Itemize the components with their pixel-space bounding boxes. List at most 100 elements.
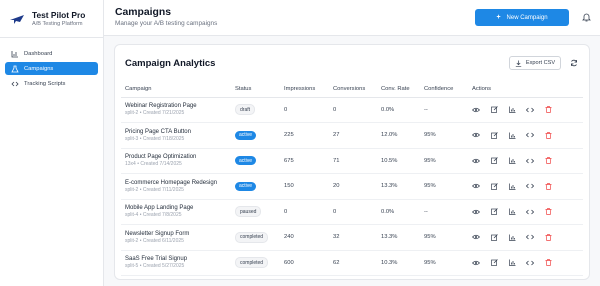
delete-icon[interactable]	[544, 208, 552, 216]
code-icon[interactable]	[526, 157, 534, 165]
campaign-meta: 13x4 • Created 7/14/2025	[125, 161, 182, 168]
view-icon[interactable]	[472, 233, 480, 241]
download-icon	[515, 60, 522, 67]
edit-icon[interactable]	[490, 131, 498, 139]
conv-rate-cell: 0.0%	[377, 199, 420, 225]
analytics-icon[interactable]	[508, 182, 516, 190]
campaign-name[interactable]: E-commerce Homepage Redesign	[125, 179, 231, 187]
code-icon[interactable]	[526, 208, 534, 216]
delete-icon[interactable]	[544, 131, 552, 139]
code-icon[interactable]	[526, 259, 534, 267]
analytics-icon[interactable]	[508, 233, 516, 241]
column-header-status: Status	[231, 82, 280, 98]
delete-icon[interactable]	[544, 233, 552, 241]
conversions-cell: 62	[329, 250, 377, 276]
view-icon[interactable]	[472, 259, 480, 267]
refresh-button[interactable]	[568, 57, 580, 69]
conv-rate-cell: 10.5%	[377, 148, 420, 174]
campaign-meta: split-2 • Created 6/11/2025	[125, 237, 184, 244]
status-cell: completed	[231, 250, 280, 276]
table-row: E-commerce Homepage Redesign split-2 • C…	[121, 173, 583, 200]
view-icon[interactable]	[472, 157, 480, 165]
conv-rate-cell: 13.3%	[377, 224, 420, 251]
table-row: Mobile App Landing Page split-4 • Create…	[121, 199, 583, 225]
edit-icon[interactable]	[490, 182, 498, 190]
code-icon[interactable]	[526, 182, 534, 190]
campaign-name[interactable]: Product Page Optimization	[125, 153, 231, 161]
confidence-cell: --	[420, 199, 468, 225]
status-badge: active	[235, 156, 257, 166]
actions-cell	[468, 250, 583, 276]
status-cell: completed	[231, 224, 280, 251]
column-header-conversions: Conversions	[329, 82, 377, 98]
confidence-cell: 95%	[420, 148, 468, 174]
campaigns-table: Campaign Status Impressions Conversions …	[121, 82, 583, 276]
campaign-name[interactable]: SaaS Free Trial Signup	[125, 255, 231, 263]
view-icon[interactable]	[472, 106, 480, 114]
campaign-name[interactable]: Mobile App Landing Page	[125, 204, 231, 212]
edit-icon[interactable]	[490, 157, 498, 165]
impressions-cell: 150	[280, 173, 329, 200]
campaign-meta: split-3 • Created 7/18/2025	[125, 135, 185, 142]
campaign-name[interactable]: Webinar Registration Page	[125, 102, 231, 110]
campaign-meta: split-2 • Created 7/21/2025	[125, 110, 185, 117]
delete-icon[interactable]	[544, 259, 552, 267]
code-icon[interactable]	[526, 106, 534, 114]
code-icon[interactable]	[526, 233, 534, 241]
delete-icon[interactable]	[544, 106, 552, 114]
campaign-name[interactable]: Newsletter Signup Form	[125, 230, 231, 238]
airplane-logo-icon	[10, 14, 24, 24]
brand-subtitle: A/B Testing Platform	[32, 20, 83, 27]
view-icon[interactable]	[472, 131, 480, 139]
table-row: SaaS Free Trial Signup split-5 • Created…	[121, 250, 583, 276]
view-icon[interactable]	[472, 182, 480, 190]
status-cell: paused	[231, 199, 280, 225]
analytics-icon[interactable]	[508, 131, 516, 139]
brand-title: Test Pilot Pro	[32, 9, 86, 20]
campaign-name[interactable]: Pricing Page CTA Button	[125, 128, 231, 136]
edit-icon[interactable]	[490, 208, 498, 216]
view-icon[interactable]	[472, 208, 480, 216]
campaign-cell: Product Page Optimization 13x4 • Created…	[121, 148, 231, 174]
edit-icon[interactable]	[490, 106, 498, 114]
analytics-icon[interactable]	[508, 106, 516, 114]
sidebar-item-campaigns[interactable]: Campaigns	[5, 62, 98, 75]
delete-icon[interactable]	[544, 157, 552, 165]
plus-icon: +	[496, 14, 501, 21]
confidence-cell: 95%	[420, 122, 468, 149]
campaign-cell: Webinar Registration Page split-2 • Crea…	[121, 97, 231, 123]
sidebar-nav: Dashboard Campaigns Tracking Scripts	[0, 38, 103, 101]
chart-icon	[10, 49, 19, 58]
actions-cell	[468, 173, 583, 200]
impressions-cell: 225	[280, 122, 329, 149]
actions-cell	[468, 97, 583, 123]
new-campaign-button[interactable]: + New Campaign	[475, 9, 569, 26]
conversions-cell: 0	[329, 199, 377, 225]
status-cell: active	[231, 122, 280, 149]
export-csv-button[interactable]: Export CSV	[509, 56, 561, 70]
sidebar-item-label: Tracking Scripts	[24, 80, 66, 87]
brand: Test Pilot Pro A/B Testing Platform	[0, 0, 103, 38]
confidence-cell: 95%	[420, 250, 468, 276]
confidence-cell: 95%	[420, 173, 468, 200]
table-header-row: Campaign Status Impressions Conversions …	[121, 82, 583, 98]
delete-icon[interactable]	[544, 182, 552, 190]
campaign-cell: Pricing Page CTA Button split-3 • Create…	[121, 122, 231, 149]
analytics-icon[interactable]	[508, 157, 516, 165]
table-row: Newsletter Signup Form split-2 • Created…	[121, 224, 583, 251]
campaign-cell: SaaS Free Trial Signup split-5 • Created…	[121, 250, 231, 276]
analytics-icon[interactable]	[508, 259, 516, 267]
edit-icon[interactable]	[490, 259, 498, 267]
impressions-cell: 0	[280, 97, 329, 123]
conversions-cell: 0	[329, 97, 377, 123]
export-csv-label: Export CSV	[525, 60, 556, 66]
sidebar-item-label: Campaigns	[24, 65, 54, 72]
edit-icon[interactable]	[490, 233, 498, 241]
campaign-meta: split-4 • Created 7/8/2025	[125, 212, 182, 219]
sidebar-item-tracking-scripts[interactable]: Tracking Scripts	[5, 77, 98, 90]
sidebar-item-dashboard[interactable]: Dashboard	[5, 47, 98, 60]
code-icon[interactable]	[526, 131, 534, 139]
impressions-cell: 0	[280, 199, 329, 225]
bell-icon[interactable]	[582, 12, 591, 22]
analytics-icon[interactable]	[508, 208, 516, 216]
